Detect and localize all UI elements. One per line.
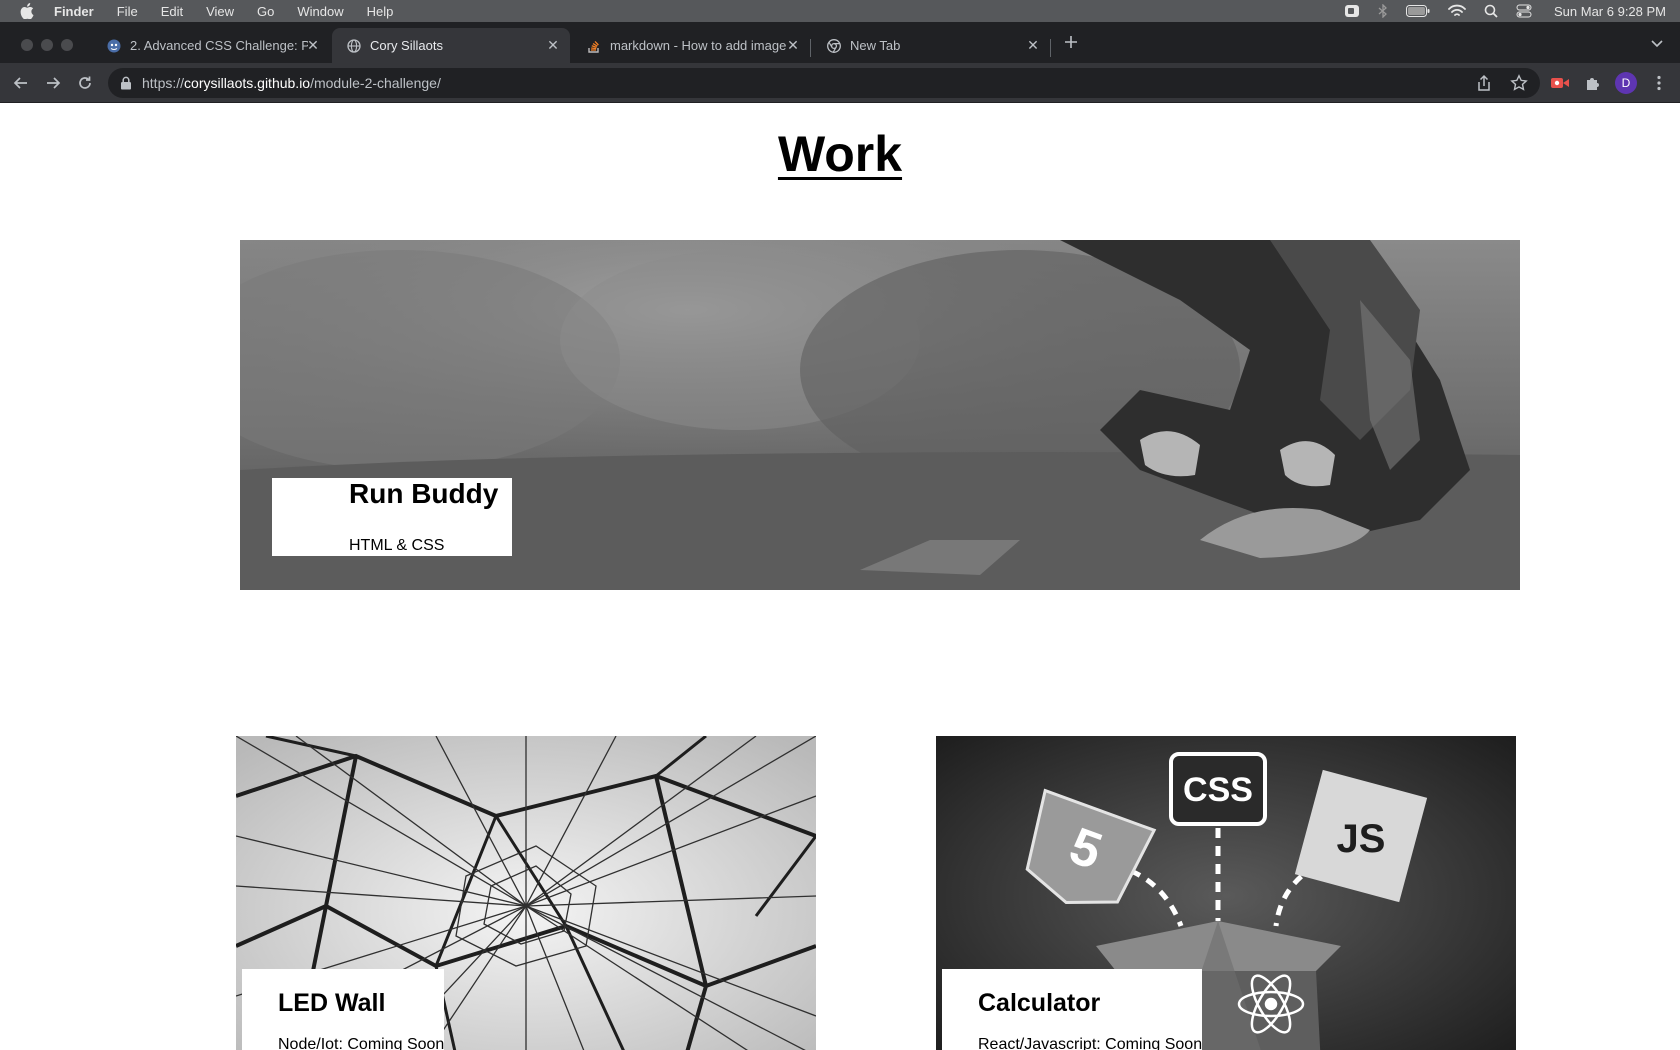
svg-text:CSS: CSS — [1183, 771, 1253, 809]
project-card-led-wall[interactable]: LED Wall Node/Iot: Coming Soon — [236, 736, 816, 1050]
apple-logo-icon[interactable] — [20, 3, 36, 19]
browser-tab-strip: 2. Advanced CSS Challenge: P ✕ Cory Sill… — [0, 22, 1680, 63]
bluetooth-icon[interactable] — [1378, 4, 1388, 18]
globe-icon — [346, 38, 362, 54]
project-caption: LED Wall Node/Iot: Coming Soon — [242, 969, 444, 1050]
control-center-icon[interactable] — [1516, 4, 1532, 18]
tab-label: Cory Sillaots — [370, 38, 443, 53]
window-close-button[interactable] — [21, 39, 33, 51]
menu-finder[interactable]: Finder — [54, 4, 94, 19]
project-title[interactable]: Calculator — [978, 989, 1100, 1018]
project-card-run-buddy[interactable]: Run Buddy HTML & CSS — [240, 240, 1520, 590]
back-arrow-icon[interactable] — [11, 73, 31, 93]
window-zoom-button[interactable] — [61, 39, 73, 51]
extensions-puzzle-icon[interactable] — [1583, 73, 1603, 93]
window-minimize-button[interactable] — [41, 39, 53, 51]
tab-search-chevron-icon[interactable] — [1648, 34, 1666, 52]
forward-arrow-icon[interactable] — [43, 73, 63, 93]
web-page: Work Run Buddy HTML & CSS LED Wall Node/… — [0, 103, 1680, 1050]
tab-close-icon[interactable]: ✕ — [546, 38, 560, 52]
share-icon[interactable] — [1476, 74, 1492, 92]
menu-edit[interactable]: Edit — [161, 4, 183, 19]
wifi-icon[interactable] — [1448, 4, 1466, 18]
tab-label: markdown - How to add image — [610, 38, 787, 53]
github-icon — [106, 38, 122, 54]
menu-window[interactable]: Window — [297, 4, 343, 19]
browser-toolbar: https://corysillaots.github.io/module-2-… — [0, 63, 1680, 103]
project-title[interactable]: LED Wall — [278, 989, 385, 1018]
project-subtitle: Node/Iot: Coming Soon — [278, 1036, 445, 1050]
project-subtitle: React/Javascript: Coming Soon — [978, 1036, 1203, 1050]
work-heading: Work — [777, 126, 903, 182]
profile-avatar[interactable]: D — [1615, 72, 1637, 94]
tab-close-icon[interactable]: ✕ — [306, 38, 320, 52]
url-text[interactable]: https://corysillaots.github.io/module-2-… — [142, 75, 441, 91]
bookmark-star-icon[interactable] — [1510, 74, 1528, 92]
reload-icon[interactable] — [75, 73, 95, 93]
project-caption: Calculator React/Javascript: Coming Soon — [942, 969, 1202, 1050]
url-host: corysillaots.github.io — [184, 75, 311, 91]
tab-separator — [1050, 39, 1051, 57]
browser-tab[interactable]: New Tab ✕ — [812, 28, 1050, 63]
project-card-calculator[interactable]: CSS 5 JS Calculator React/Javascript: Co… — [936, 736, 1516, 1050]
menu-help[interactable]: Help — [367, 4, 394, 19]
tab-close-icon[interactable]: ✕ — [1026, 38, 1040, 52]
project-subtitle: HTML & CSS — [349, 537, 445, 554]
tab-label: New Tab — [850, 38, 901, 53]
tab-label: 2. Advanced CSS Challenge: P — [130, 38, 308, 53]
address-bar[interactable]: https://corysillaots.github.io/module-2-… — [108, 68, 1540, 98]
browser-tab[interactable]: markdown - How to add image ✕ — [572, 28, 810, 63]
chrome-icon — [826, 38, 842, 54]
browser-tab-active[interactable]: Cory Sillaots ✕ — [332, 28, 570, 63]
kebab-menu-icon[interactable] — [1649, 73, 1669, 93]
project-caption: Run Buddy HTML & CSS — [272, 478, 512, 556]
lock-icon[interactable] — [120, 76, 132, 90]
project-title[interactable]: Run Buddy — [349, 478, 498, 510]
menu-go[interactable]: Go — [257, 4, 274, 19]
stackoverflow-icon — [586, 38, 602, 54]
tab-close-icon[interactable]: ✕ — [786, 38, 800, 52]
menubar-clock[interactable]: Sun Mar 6 9:28 PM — [1554, 4, 1666, 19]
browser-tab[interactable]: 2. Advanced CSS Challenge: P ✕ — [92, 28, 330, 63]
new-tab-plus-icon[interactable] — [1061, 32, 1081, 52]
menu-view[interactable]: View — [206, 4, 234, 19]
tab-separator — [810, 39, 811, 57]
extension-record-icon[interactable] — [1550, 73, 1570, 93]
url-scheme: https:// — [142, 75, 185, 91]
macos-menu-bar: Finder File Edit View Go Window Help Sun… — [0, 0, 1680, 22]
url-path: /module-2-challenge/ — [310, 75, 441, 91]
svg-text:JS: JS — [1337, 817, 1386, 861]
spotlight-search-icon[interactable] — [1484, 4, 1498, 18]
battery-icon[interactable] — [1406, 5, 1430, 17]
screen-record-icon[interactable] — [1344, 4, 1360, 18]
menu-file[interactable]: File — [117, 4, 138, 19]
